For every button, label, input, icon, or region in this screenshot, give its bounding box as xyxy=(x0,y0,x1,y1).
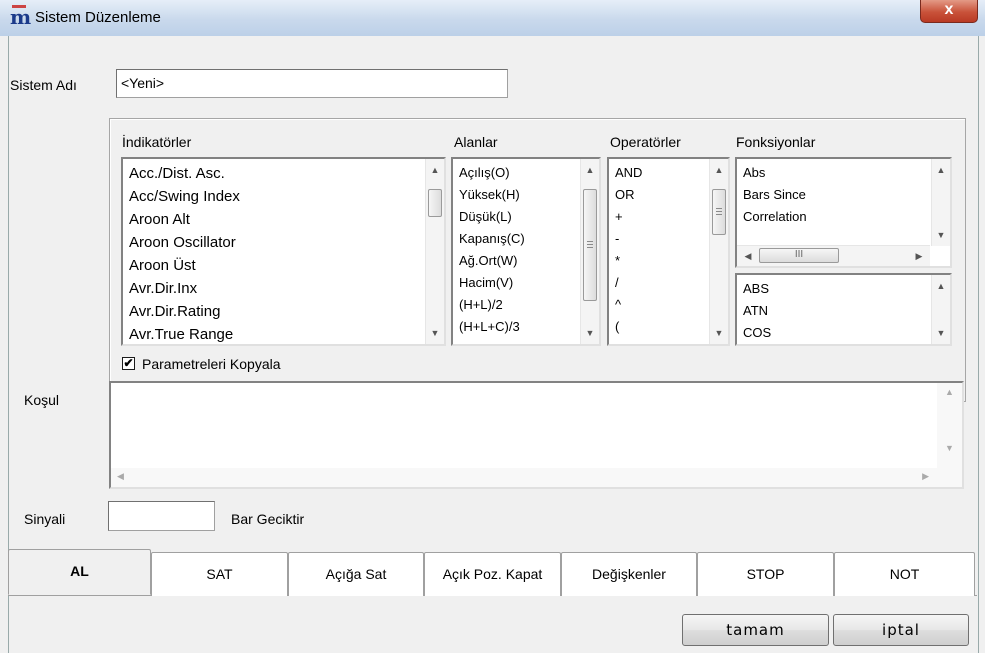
tab-stop[interactable]: STOP xyxy=(697,552,834,596)
scroll-down-arrow-icon[interactable]: ▼ xyxy=(426,324,444,342)
scroll-up-arrow-icon[interactable]: ▲ xyxy=(426,161,444,179)
list-item[interactable]: + xyxy=(609,206,708,228)
indicators-scrollbar[interactable]: ▲ ▼ xyxy=(425,159,444,344)
title-bar: m Sistem Düzenleme x xyxy=(0,0,985,36)
condition-hscrollbar[interactable]: ◀ ▶ xyxy=(111,468,937,487)
tab-acik-poz-kapat[interactable]: Açık Poz. Kapat xyxy=(424,552,561,596)
scroll-down-arrow-icon[interactable]: ▼ xyxy=(581,324,599,342)
window-title: Sistem Düzenleme xyxy=(35,9,161,26)
functions-hscrollbar[interactable]: ◀ III ▶ xyxy=(737,245,930,266)
list-item[interactable]: Aroon Üst xyxy=(123,254,424,277)
scroll-right-arrow-icon[interactable]: ▶ xyxy=(922,471,929,482)
tab-degiskenler[interactable]: Değişkenler xyxy=(561,552,697,596)
scroll-up-arrow-icon[interactable]: ▲ xyxy=(937,387,962,397)
scroll-up-arrow-icon[interactable]: ▲ xyxy=(932,161,950,179)
functions-list-2[interactable]: ABS ATN COS ▲ ▼ xyxy=(735,273,952,346)
list-item[interactable]: * xyxy=(609,250,708,272)
list-item[interactable]: ^ xyxy=(609,294,708,316)
app-logo-icon: m xyxy=(10,5,32,29)
list-item[interactable]: Aroon Oscillator xyxy=(123,231,424,254)
scroll-up-arrow-icon[interactable]: ▲ xyxy=(581,161,599,179)
scroll-thumb[interactable] xyxy=(712,189,726,235)
list-item[interactable]: AND xyxy=(609,162,708,184)
signal-label: Sinyali xyxy=(24,511,66,527)
scroll-left-arrow-icon[interactable]: ◀ xyxy=(117,471,124,482)
ok-button[interactable]: tamam xyxy=(682,614,829,646)
list-item[interactable]: ( xyxy=(609,316,708,338)
list-item[interactable]: OR xyxy=(609,184,708,206)
tab-al[interactable]: AL xyxy=(8,549,151,595)
scroll-thumb[interactable] xyxy=(428,189,442,217)
scroll-down-arrow-icon[interactable]: ▼ xyxy=(937,443,962,453)
condition-vscrollbar[interactable]: ▲ ▼ xyxy=(937,383,962,487)
list-item[interactable]: Acc./Dist. Asc. xyxy=(123,162,424,185)
scroll-thumb[interactable]: III xyxy=(759,248,839,263)
scroll-down-arrow-icon[interactable]: ▼ xyxy=(932,226,950,244)
list-item[interactable]: Bars Since xyxy=(737,184,930,206)
list-item[interactable]: / xyxy=(609,272,708,294)
functions-vscrollbar[interactable]: ▲ ▼ xyxy=(931,159,950,246)
scroll-down-arrow-icon[interactable]: ▼ xyxy=(932,324,950,342)
fields-list[interactable]: Açılış(O) Yüksek(H) Düşük(L) Kapanış(C) … xyxy=(451,157,601,346)
list-item[interactable]: Correlation xyxy=(737,206,930,228)
indicators-list[interactable]: Acc./Dist. Asc. Acc/Swing Index Aroon Al… xyxy=(121,157,446,346)
list-item[interactable]: (H+L+C)/3 xyxy=(453,316,579,338)
system-name-label: Sistem Adı xyxy=(10,77,77,93)
list-item[interactable]: ATN xyxy=(737,300,930,322)
scroll-left-arrow-icon[interactable]: ◀ xyxy=(739,246,757,266)
condition-label: Koşul xyxy=(24,392,60,408)
functions-list[interactable]: Abs Bars Since Correlation ▲ ▼ ◀ III ▶ xyxy=(735,157,952,268)
close-button[interactable]: x xyxy=(920,0,978,23)
list-item[interactable]: - xyxy=(609,228,708,250)
list-item[interactable]: Açılış(O) xyxy=(453,162,579,184)
list-item[interactable]: (H+L)/2 xyxy=(453,294,579,316)
list-item[interactable]: Avr.Dir.Rating xyxy=(123,300,424,323)
functions-header: Fonksiyonlar xyxy=(736,134,816,150)
operators-header: Operatörler xyxy=(610,134,681,150)
operators-list[interactable]: AND OR + - * / ^ ( ▲ ▼ xyxy=(607,157,730,346)
cancel-button[interactable]: iptal xyxy=(833,614,969,646)
list-item[interactable]: Düşük(L) xyxy=(453,206,579,228)
scroll-thumb[interactable] xyxy=(583,189,597,301)
fields-scrollbar[interactable]: ▲ ▼ xyxy=(580,159,599,344)
copy-params-label: Parametreleri Kopyala xyxy=(142,356,281,372)
scroll-up-arrow-icon[interactable]: ▲ xyxy=(932,277,950,295)
list-item[interactable]: Acc/Swing Index xyxy=(123,185,424,208)
copy-params-checkbox[interactable]: ✔ xyxy=(122,357,135,370)
operators-scrollbar[interactable]: ▲ ▼ xyxy=(709,159,728,344)
tab-strip: AL SAT Açığa Sat Açık Poz. Kapat Değişke… xyxy=(8,549,977,599)
indicators-header: İndikatörler xyxy=(122,134,192,150)
list-item[interactable]: Avr.True Range xyxy=(123,323,424,344)
list-item[interactable]: ABS xyxy=(737,278,930,300)
tab-not[interactable]: NOT xyxy=(834,552,975,596)
bar-delay-label: Bar Geciktir xyxy=(231,511,305,527)
scroll-right-arrow-icon[interactable]: ▶ xyxy=(910,246,928,266)
tab-aciga-sat[interactable]: Açığa Sat xyxy=(288,552,424,596)
list-item[interactable]: Hacim(V) xyxy=(453,272,579,294)
scroll-up-arrow-icon[interactable]: ▲ xyxy=(710,161,728,179)
scroll-down-arrow-icon[interactable]: ▼ xyxy=(710,324,728,342)
list-item[interactable]: Kapanış(C) xyxy=(453,228,579,250)
list-item[interactable]: Yüksek(H) xyxy=(453,184,579,206)
fields-header: Alanlar xyxy=(454,134,498,150)
list-item[interactable]: Abs xyxy=(737,162,930,184)
list-item[interactable]: COS xyxy=(737,322,930,344)
signal-delay-input[interactable] xyxy=(108,501,215,531)
tab-sat[interactable]: SAT xyxy=(151,552,288,596)
system-name-input[interactable]: <Yeni> xyxy=(116,69,508,98)
list-item[interactable]: Aroon Alt xyxy=(123,208,424,231)
functions-list-2-scrollbar[interactable]: ▲ ▼ xyxy=(931,275,950,344)
list-item[interactable]: Avr.Dir.Inx xyxy=(123,277,424,300)
list-item[interactable]: Ağ.Ort(W) xyxy=(453,250,579,272)
